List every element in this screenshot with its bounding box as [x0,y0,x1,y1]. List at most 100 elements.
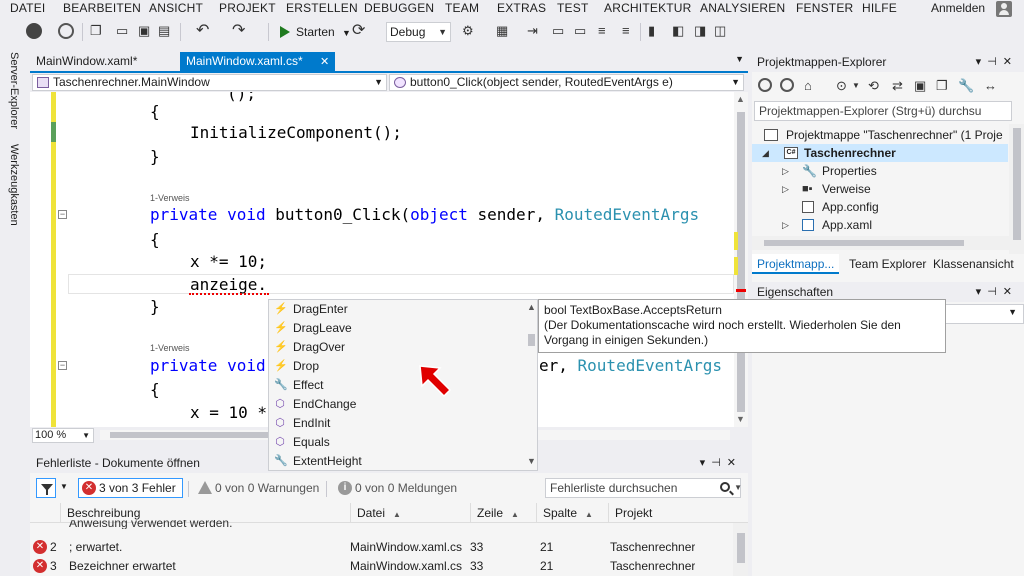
chevron-down-icon[interactable]: ▼ [342,28,351,38]
clear-bookmarks-icon[interactable]: ◫ [714,23,726,39]
solution-search-input[interactable]: Projektmappen-Explorer (Strg+ü) durchsu [754,101,1012,121]
completion-item[interactable]: ⚡ DragLeave [269,319,524,338]
completion-scrollbar[interactable]: ▲ ▼ [525,300,538,470]
chevron-down-icon[interactable]: ▼ [734,479,742,497]
member-scope-select[interactable]: button0_Click(object sender, RoutedEvent… [389,74,744,91]
solution-config-select[interactable]: Debug ▼ [386,22,451,42]
step-icon[interactable]: ⇥ [527,23,538,39]
completion-item[interactable]: ⬡ Equals [269,433,524,452]
forward-icon[interactable] [780,78,794,92]
scroll-down-icon[interactable]: ▼ [736,414,745,424]
tree-item-project[interactable]: ◢ C# Taschenrechner [752,144,1008,162]
menu-datei[interactable]: DATEI [10,0,45,18]
open-file-icon[interactable]: ▭ [116,23,128,39]
sync-icon[interactable]: ⊙ [836,78,847,94]
menu-analysieren[interactable]: ANALYSIEREN [700,0,785,18]
reference-count[interactable]: 1-Verweis [150,193,190,203]
panel-controls[interactable]: ▾⊣✕ [700,453,742,473]
completion-item[interactable]: 🔧 Effect [269,376,524,395]
error-list-scrollbar[interactable] [733,523,748,576]
outdent-icon[interactable]: ≡ [622,23,630,39]
warnings-toggle-button[interactable]: 0 von 0 Warnungen [194,478,326,498]
menu-hilfe[interactable]: HILFE [862,0,897,18]
error-marker[interactable] [736,289,746,292]
chevron-down-icon[interactable]: ▼ [735,54,744,64]
tree-item-appxaml[interactable]: ▷ App.xaml [752,216,872,234]
collapse-all-icon[interactable]: ▣ [914,78,926,94]
messages-toggle-button[interactable]: i 0 von 0 Meldungen [334,478,464,498]
scroll-up-icon[interactable]: ▲ [527,302,536,312]
collapse-icon[interactable]: − [58,361,67,370]
completion-item[interactable]: ⚡ DragEnter [269,300,524,319]
refresh-icon[interactable]: ⟳ [352,23,365,39]
menu-test[interactable]: TEST [557,0,588,18]
solution-vertical-scrollbar[interactable] [1009,124,1024,254]
collapse-icon[interactable]: ▷ [782,180,789,198]
panel-controls[interactable]: ▾⊣✕ [976,52,1018,72]
home-icon[interactable]: ⌂ [804,78,812,94]
tab-mainwindow-xaml-cs[interactable]: MainWindow.xaml.cs* ✕ [180,52,336,71]
scroll-thumb[interactable] [764,240,964,246]
menu-extras[interactable]: EXTRAS [497,0,546,18]
solution-horizontal-scrollbar[interactable] [752,236,1009,250]
table-row[interactable]: Anweisung verwendet werden. [30,520,733,534]
bookmark-icon[interactable]: ▮ [648,23,655,39]
editor-vertical-scrollbar[interactable]: ▲ ▼ [734,92,748,427]
filter-icon[interactable] [36,478,56,498]
reference-count[interactable]: 1-Verweis [150,343,190,353]
prev-bookmark-icon[interactable]: ◧ [672,23,684,39]
scroll-up-icon[interactable]: ▲ [736,94,745,104]
error-list-search-input[interactable]: Fehlerliste durchsuchen ▼ [545,478,742,498]
menu-ansicht[interactable]: ANSICHT [149,0,203,18]
scroll-down-icon[interactable]: ▼ [527,456,536,466]
back-icon[interactable] [758,78,772,92]
zoom-select[interactable]: 100 % ▼ [32,428,94,443]
table-row[interactable]: ✕ 2 ; erwartet. MainWindow.xaml.cs 33 21… [30,538,733,557]
tree-item-solution[interactable]: Projektmappe "Taschenrechner" (1 Proje [760,126,1003,144]
refresh-icon[interactable]: ⇄ [892,78,903,94]
collapse-icon[interactable]: − [58,210,67,219]
new-project-icon[interactable]: ❐ [90,23,102,39]
scroll-thumb[interactable] [737,112,745,412]
collapse-icon[interactable]: ▷ [782,162,789,180]
pending-changes-icon[interactable]: ⟲ [868,78,879,94]
menu-erstellen[interactable]: ERSTELLEN [286,0,358,18]
chevron-down-icon[interactable]: ▼ [60,482,68,491]
comment-icon[interactable]: ▭ [552,23,564,39]
toolbox-tab[interactable]: Werkzeugkasten [8,144,20,226]
tools-icon[interactable]: ⚙ [462,23,474,39]
properties-icon[interactable]: 🔧 [958,78,974,94]
menu-bearbeiten[interactable]: BEARBEITEN [63,0,141,18]
table-row[interactable]: ✕ 3 Bezeichner erwartet MainWindow.xaml.… [30,557,733,576]
indent-icon[interactable]: ≡ [598,23,606,39]
tree-item-appconfig[interactable]: App.config [752,198,879,216]
completion-item[interactable]: 🔧 ExtentHeight [269,452,524,471]
tab-solution-explorer[interactable]: Projektmapp... [752,254,840,274]
login-link[interactable]: Anmelden [931,0,985,16]
undo-icon[interactable]: ↶ [196,23,209,39]
preview-icon[interactable]: ↔ [984,78,997,94]
next-bookmark-icon[interactable]: ◨ [694,23,706,39]
scroll-thumb[interactable] [737,533,745,563]
show-all-files-icon[interactable]: ❐ [936,78,948,94]
expand-icon[interactable]: ◢ [762,144,769,162]
menu-debuggen[interactable]: DEBUGGEN [364,0,434,18]
menu-team[interactable]: TEAM [445,0,479,18]
menu-fenster[interactable]: FENSTER [796,0,853,18]
scroll-thumb[interactable] [528,334,535,346]
collapse-icon[interactable]: ▷ [782,216,789,234]
user-icon[interactable] [996,1,1012,17]
layout-icon[interactable]: ▦ [496,23,508,39]
panel-controls[interactable]: ▾⊣✕ [976,282,1018,302]
tree-item-properties[interactable]: ▷ 🔧 Properties [752,162,877,180]
completion-item[interactable]: ⬡ EndInit [269,414,524,433]
menu-architektur[interactable]: ARCHITEKTUR [604,0,692,18]
uncomment-icon[interactable]: ▭ [574,23,586,39]
chevron-down-icon[interactable]: ▼ [852,78,860,94]
completion-item[interactable]: ⚡ DragOver [269,338,524,357]
tab-class-view[interactable]: Klassenansicht [928,254,1019,274]
start-debug-button[interactable]: Starten ▼ [276,22,351,42]
forward-icon[interactable] [58,23,74,39]
menu-projekt[interactable]: PROJEKT [219,0,276,18]
completion-item[interactable]: ⚡ Drop [269,357,524,376]
